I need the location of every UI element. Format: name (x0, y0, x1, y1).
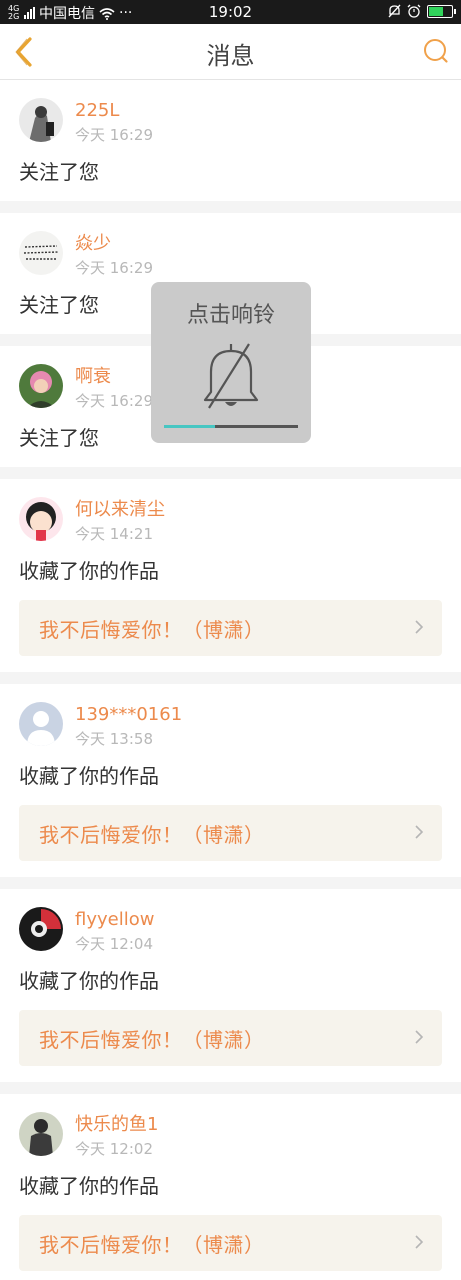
action-text: 收藏了你的作品 (19, 559, 159, 583)
status-right (388, 4, 456, 18)
message-list: 225L 今天 16:29 关注了您 焱少 今天 16:29 关注了您 啊衰 今… (0, 80, 461, 1280)
timestamp: 今天 13:58 (75, 730, 153, 748)
work-title: 我不后悔爱你！（博潇） (39, 618, 265, 642)
chevron-right-icon (415, 620, 424, 634)
message-item[interactable]: 何以来清尘 今天 14:21 收藏了你的作品 我不后悔爱你！（博潇） (0, 479, 461, 672)
nav-bar: 消息 (0, 24, 461, 80)
battery-icon (427, 4, 456, 18)
chevron-right-icon (415, 1235, 424, 1249)
avatar[interactable] (19, 497, 63, 541)
work-title: 我不后悔爱你！（博潇） (39, 1233, 265, 1257)
action-text: 关注了您 (19, 160, 99, 184)
work-link[interactable]: 我不后悔爱你！（博潇） (19, 1010, 442, 1066)
work-link[interactable]: 我不后悔爱你！（博潇） (19, 600, 442, 656)
username[interactable]: 225L (75, 100, 153, 122)
toast-title: 点击响铃 (186, 303, 275, 328)
volume-slider-fill (164, 425, 215, 428)
timestamp: 今天 16:29 (75, 126, 153, 144)
username[interactable]: 焱少 (75, 233, 153, 255)
bell-mute-icon (388, 4, 401, 18)
action-text: 收藏了你的作品 (19, 969, 159, 993)
avatar[interactable] (19, 364, 63, 408)
avatar[interactable] (19, 702, 63, 746)
avatar[interactable] (19, 1112, 63, 1156)
username[interactable]: 何以来清尘 (75, 499, 165, 521)
message-item[interactable]: 快乐的鱼1 今天 12:02 收藏了你的作品 我不后悔爱你！（博潇） (0, 1094, 461, 1280)
timestamp: 今天 14:21 (75, 525, 153, 543)
volume-slider[interactable] (164, 425, 298, 428)
chevron-right-icon (415, 1030, 424, 1044)
action-text: 收藏了你的作品 (19, 764, 159, 788)
message-item[interactable]: 225L 今天 16:29 关注了您 (0, 80, 461, 201)
timestamp: 今天 12:04 (75, 935, 153, 953)
action-text: 收藏了你的作品 (19, 1174, 159, 1198)
avatar[interactable] (19, 231, 63, 275)
avatar[interactable] (19, 907, 63, 951)
ringer-toast[interactable]: 点击响铃 (151, 282, 311, 443)
status-bar: 4G 2G 中国电信 ··· 19:02 (0, 0, 461, 24)
username[interactable]: 啊衰 (75, 366, 153, 388)
username[interactable]: flyyellow (75, 909, 154, 931)
message-item[interactable]: 139***0161 今天 13:58 收藏了你的作品 我不后悔爱你！（博潇） (0, 684, 461, 877)
username[interactable]: 139***0161 (75, 704, 182, 726)
timestamp: 今天 16:29 (75, 259, 153, 277)
work-link[interactable]: 我不后悔爱你！（博潇） (19, 805, 442, 861)
work-title: 我不后悔爱你！（博潇） (39, 1028, 265, 1052)
message-item[interactable]: flyyellow 今天 12:04 收藏了你的作品 我不后悔爱你！（博潇） (0, 889, 461, 1082)
timestamp: 今天 16:29 (75, 392, 153, 410)
avatar[interactable] (19, 98, 63, 142)
timestamp: 今天 12:02 (75, 1140, 153, 1158)
alarm-icon (407, 4, 421, 18)
bell-muted-icon (203, 343, 259, 409)
page-title: 消息 (206, 42, 255, 70)
work-link[interactable]: 我不后悔爱你！（博潇） (19, 1215, 442, 1271)
search-icon[interactable] (423, 38, 449, 64)
work-title: 我不后悔爱你！（博潇） (39, 823, 265, 847)
chevron-right-icon (415, 825, 424, 839)
username[interactable]: 快乐的鱼1 (75, 1114, 158, 1136)
